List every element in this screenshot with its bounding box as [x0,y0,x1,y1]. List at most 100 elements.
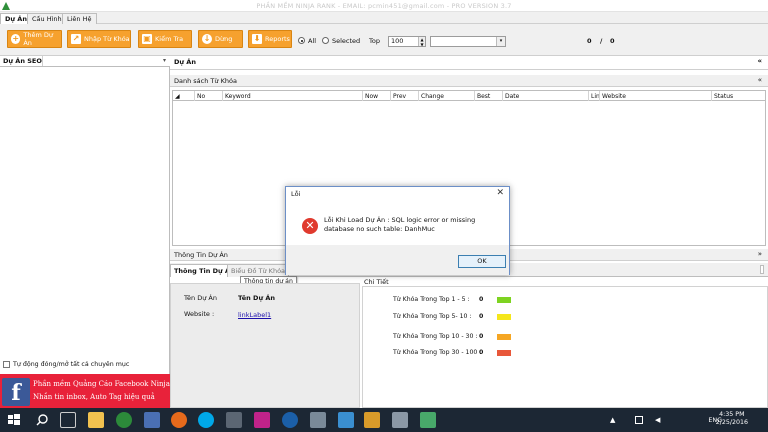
col-change[interactable]: Change [419,91,475,101]
reports-button[interactable]: ⬇ Reports [248,30,292,48]
radio-all-label: All [308,37,317,45]
tier-1-label: Từ Khóa Trong Top 1 - 5 : [393,296,470,303]
windows-start-icon[interactable] [6,412,22,428]
tier-4-swatch [497,350,511,356]
dialog-message: Lỗi Khi Load Dự Án : SQL logic error or … [324,216,476,233]
tier-3-count: 0 [479,333,484,340]
expand-icon[interactable]: » [758,250,762,258]
chrome-icon[interactable] [116,412,132,428]
close-icon[interactable]: ✕ [496,188,504,198]
top-value: 100 [391,37,404,45]
app-icon-11[interactable] [364,412,380,428]
top-input[interactable]: 100 ▲ ▼ [388,36,426,47]
auto-toggle-checkbox[interactable] [3,361,10,368]
app-icon-10[interactable] [338,412,354,428]
col-website[interactable]: Website [600,91,712,101]
app-icon-8[interactable] [282,412,298,428]
tier-2-label: Từ Khóa Trong Top 5- 10 : [393,313,472,320]
firefox-icon[interactable] [171,412,187,428]
app-icon-13[interactable] [420,412,436,428]
error-icon: ✕ [302,218,318,234]
col-now[interactable]: Now [363,91,391,101]
project-section-title: Dự Án [174,58,196,66]
sort-icon[interactable]: ◢ [173,91,195,101]
clock[interactable]: 4:35 PM 2/25/2016 [716,411,748,427]
tray-arrow-icon[interactable]: ▲ [610,416,615,424]
stop-icon: ↓ [202,34,212,44]
project-tree-header[interactable]: Dự Án SEO ▾ [0,56,170,67]
keyword-list-header: Danh sách Từ Khóa « [170,75,768,87]
menu-tab-cau-hinh[interactable]: Cấu Hình [27,13,67,24]
chevron-down-icon[interactable]: ▾ [496,37,505,46]
radio-selected[interactable] [322,37,329,44]
radio-all[interactable] [298,37,305,44]
plus-icon: + [11,34,21,44]
download-icon: ⬇ [252,34,262,44]
col-status[interactable]: Status [712,91,765,101]
check-button[interactable]: ▣ Kiểm Tra [138,30,192,48]
collapse-icon[interactable]: « [758,76,762,84]
col-best[interactable]: Best [475,91,503,101]
col-no[interactable]: No [195,91,223,101]
check-icon: ▣ [142,34,152,44]
tab-scroll[interactable] [760,265,764,274]
menu-tab-lien-he[interactable]: Liên Hệ [62,13,97,24]
keyword-list-title: Danh sách Từ Khóa [174,77,237,85]
ok-button[interactable]: OK [458,255,506,268]
collapse-icon[interactable]: « [757,57,762,65]
import-keywords-button[interactable]: ↗ Nhập Từ Khóa [67,30,131,48]
website-label: Website : [184,310,215,318]
filter-dropdown[interactable]: ▾ [430,36,506,47]
app-icon-3[interactable] [144,412,160,428]
taskbar: ▲ ◀ ENG 4:35 PM 2/25/2016 [0,408,768,432]
project-name-value: Tên Dự Án [238,294,276,302]
facebook-logo-icon: f [2,378,30,406]
task-view-icon[interactable] [60,412,76,428]
keyword-table-header: ◢ No Keyword Now Prev Change Best Date L… [173,91,765,101]
tier-3-swatch [497,334,511,340]
counter-total: 0 [610,37,615,45]
check-label: Kiểm Tra [155,35,184,43]
file-explorer-icon[interactable] [88,412,104,428]
banner-title: Phần mềm Quảng Cáo Facebook Ninja [33,380,170,388]
tier-2-count: 0 [479,313,484,320]
counter-done: 0 [587,37,592,45]
clock-time: 4:35 PM [719,411,745,418]
tier-4-count: 0 [479,349,484,356]
dialog-title-bar: Lỗi [286,187,509,201]
import-icon: ↗ [71,34,81,44]
facebook-ad-banner[interactable]: f Phần mềm Quảng Cáo Facebook Ninja Nhắn… [0,374,170,408]
col-keyword[interactable]: Keyword [223,91,363,101]
app-icon-6[interactable] [226,412,242,428]
project-info-title: Thông Tin Dự Án [174,251,228,259]
top-spinner[interactable]: ▲ ▼ [418,37,425,47]
auto-toggle-label: Tự động đóng/mở tất cả chuyên mục [13,361,130,368]
col-prev[interactable]: Prev [391,91,419,101]
col-lin[interactable]: Lin [589,91,600,101]
website-link[interactable]: linkLabel1 [238,311,271,319]
app-icon-7[interactable] [254,412,270,428]
col-date[interactable]: Date [503,91,589,101]
skype-icon[interactable] [198,412,214,428]
search-icon[interactable] [34,412,50,428]
app-icon-12[interactable] [392,412,408,428]
chevron-down-icon[interactable]: ▾ [163,57,166,64]
top-label: Top [369,37,380,45]
project-name-label: Tên Dự Án [184,294,217,302]
project-section-header: Dự Án « [170,56,768,70]
tier-3-label: Từ Khóa Trong Top 10 - 30 : [393,333,478,340]
volume-icon[interactable]: ◀ [655,416,660,424]
stop-button[interactable]: ↓ Dừng [198,30,243,48]
add-project-label: Thêm Dự Án [23,31,53,47]
dialog-footer: OK [286,245,509,275]
project-tree-panel: Dự Án SEO ▾ Tự động đóng/mở tất cả chuyê… [0,56,170,408]
reports-label: Reports [265,35,290,43]
network-icon[interactable] [635,416,643,424]
clock-date: 2/25/2016 [715,419,748,426]
app-icon-9[interactable] [310,412,326,428]
stop-label: Dừng [215,35,233,43]
tier-1-count: 0 [479,296,484,303]
add-project-button[interactable]: + Thêm Dự Án [7,30,62,48]
tier-1-swatch [497,297,511,303]
counter-separator: / [600,37,603,45]
